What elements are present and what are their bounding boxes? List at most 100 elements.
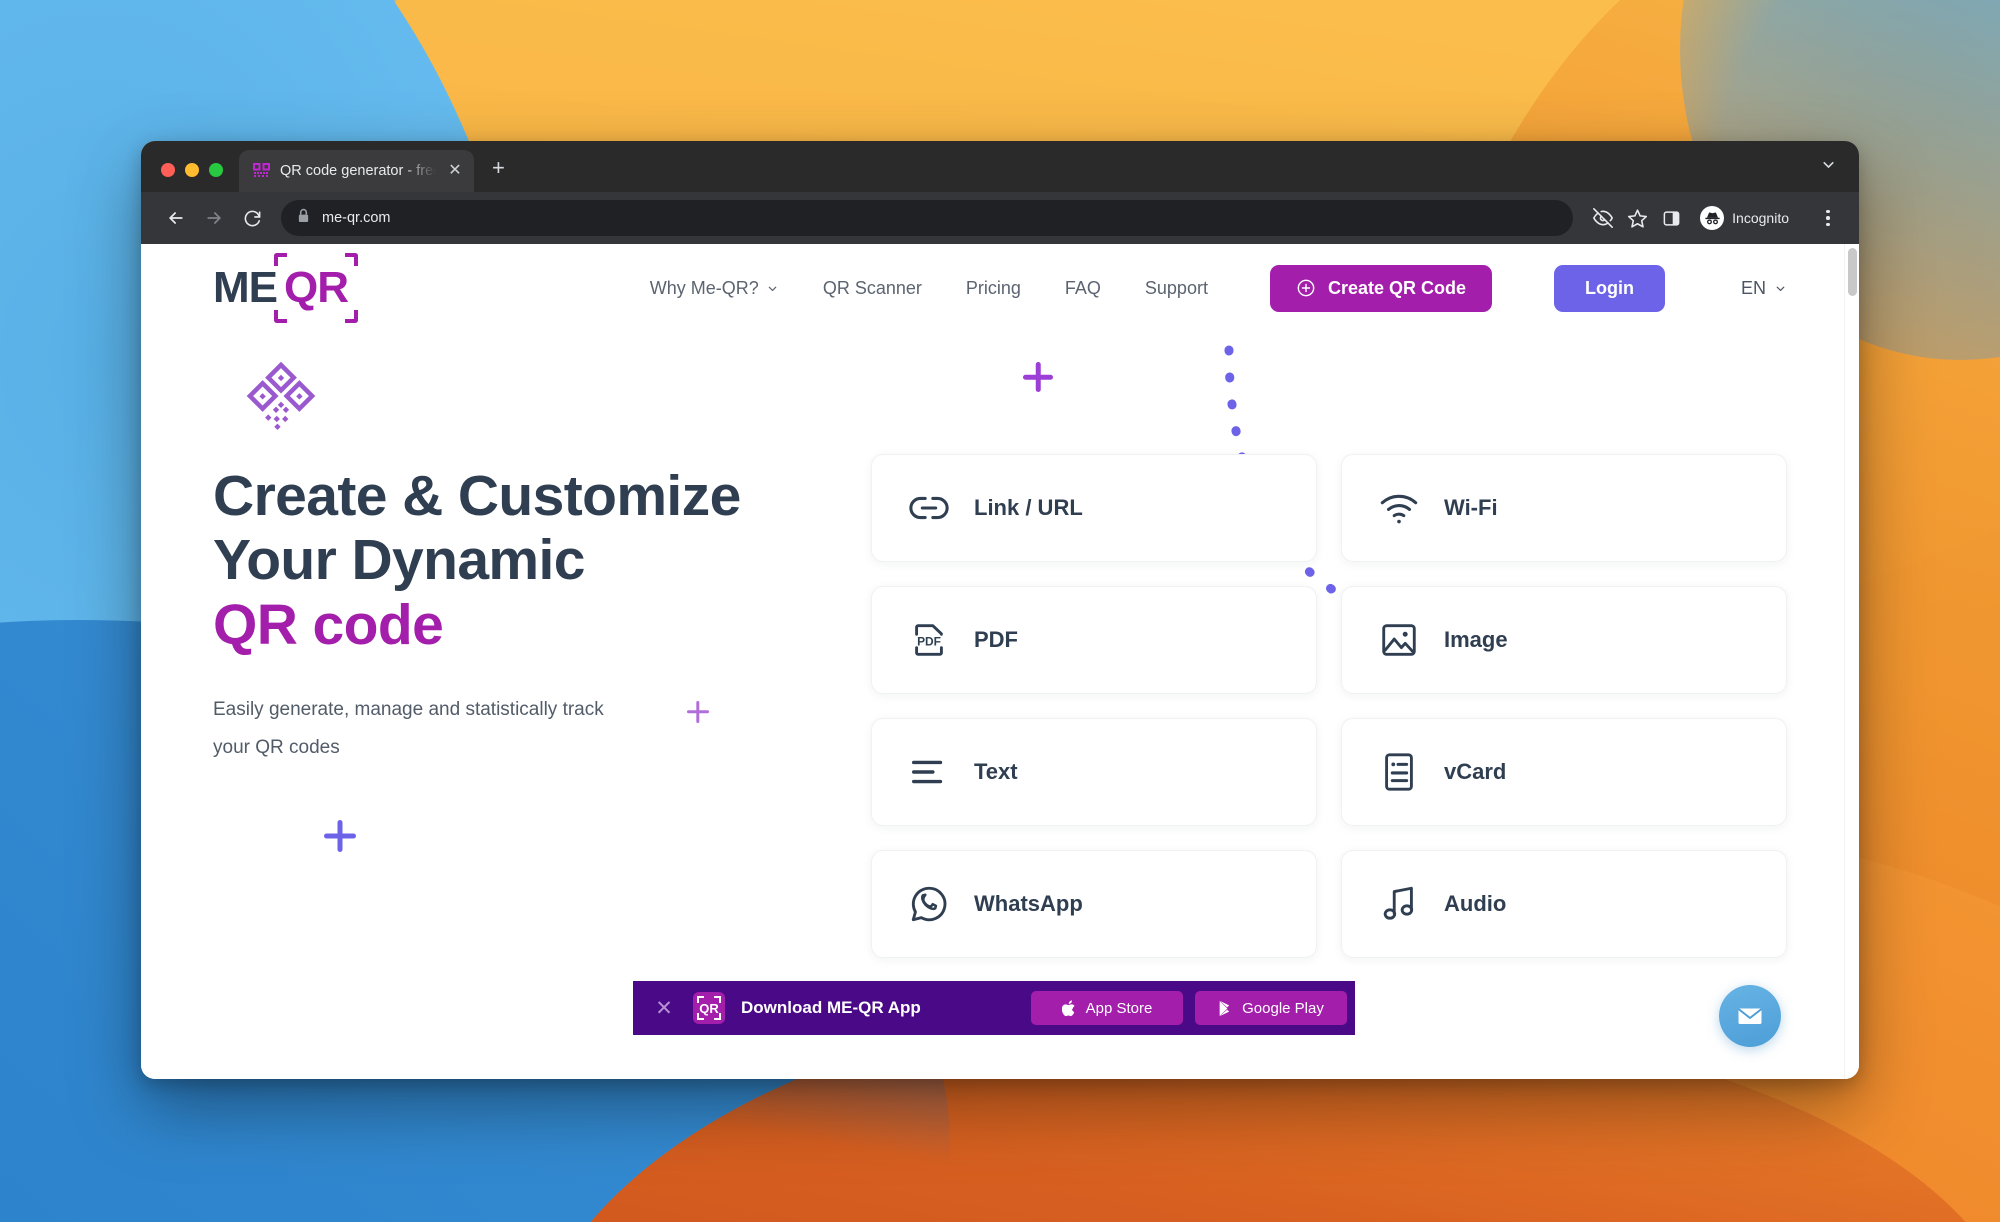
google-play-icon: [1219, 1000, 1230, 1016]
plus-decoration-icon: [324, 820, 356, 852]
main-navigation: Why Me-QR? QR Scanner Pricing FAQ Suppor…: [650, 264, 1787, 312]
desktop-wallpaper: QR code generator - free | Mak ✕ +: [0, 0, 2000, 1222]
nav-item-qr-scanner[interactable]: QR Scanner: [823, 278, 922, 299]
qr-type-card-audio[interactable]: Audio: [1341, 850, 1787, 958]
wifi-icon: [1378, 487, 1420, 529]
create-qr-code-label: Create QR Code: [1327, 277, 1466, 298]
google-play-button[interactable]: Google Play: [1195, 991, 1347, 1025]
chevron-down-icon: [1776, 286, 1785, 291]
nav-item-support[interactable]: Support: [1145, 278, 1208, 299]
hero-section: Create & Customize Your Dynamic QR code …: [141, 332, 1859, 958]
nav-item-pricing[interactable]: Pricing: [966, 278, 1021, 299]
plus-decoration-icon: [1023, 362, 1053, 392]
side-panel-icon[interactable]: [1655, 202, 1687, 234]
hero-subtitle: Easily generate, manage and statisticall…: [213, 699, 604, 759]
chevron-down-icon: [768, 286, 777, 291]
browser-window: QR code generator - free | Mak ✕ +: [141, 141, 1859, 1079]
download-app-banner: ✕ QR Download ME-QR App App Store Google…: [633, 981, 1355, 1035]
audio-note-icon: [1378, 883, 1420, 925]
nav-label-faq: FAQ: [1064, 277, 1101, 298]
back-arrow-icon[interactable]: [159, 201, 193, 235]
qr-type-label: WhatsApp: [974, 891, 1083, 916]
close-window-button[interactable]: [161, 163, 175, 177]
toolbar-icon-group: [1587, 202, 1687, 234]
hero-title-accent: QR code: [213, 592, 444, 657]
nav-label-why-me-qr: Why Me-QR?: [649, 277, 759, 298]
login-button[interactable]: Login: [1554, 264, 1665, 312]
site-header: ME QR Why Me-QR? QR Scanner Pricing FAQ …: [141, 244, 1859, 332]
close-banner-button[interactable]: ✕: [651, 998, 677, 1019]
nav-item-faq[interactable]: FAQ: [1065, 278, 1101, 299]
image-icon: [1378, 619, 1420, 661]
address-bar[interactable]: me-qr.com: [281, 200, 1574, 236]
logo-bracket-bottom-left-icon: [274, 310, 287, 323]
qr-code-favicon-icon: [253, 162, 270, 180]
qr-type-grid: Link / URL Wi-Fi PDF PDF Image Text vCar…: [871, 332, 1787, 958]
nav-label-pricing: Pricing: [965, 277, 1021, 298]
language-label: EN: [1740, 277, 1766, 298]
hero-title-line-1: Create & Customize: [213, 464, 741, 528]
plus-decoration-icon: [687, 701, 709, 723]
qr-type-label: Text: [974, 759, 1018, 784]
tabstrip-chevron-down-icon[interactable]: [1820, 156, 1859, 192]
logo-text-qr: QR: [284, 263, 349, 312]
apple-icon: [1061, 999, 1075, 1016]
site-logo[interactable]: ME QR: [213, 253, 358, 323]
incognito-profile-button[interactable]: Incognito: [1695, 202, 1803, 234]
three-dot-menu-icon[interactable]: [1813, 202, 1843, 234]
app-store-button[interactable]: App Store: [1031, 991, 1183, 1025]
reload-icon[interactable]: [235, 201, 269, 235]
plus-circle-icon: [1297, 279, 1315, 297]
forward-arrow-icon[interactable]: [197, 201, 231, 235]
language-selector[interactable]: EN: [1741, 278, 1787, 299]
link-icon: [908, 487, 950, 529]
lock-icon: [297, 208, 310, 228]
new-tab-button[interactable]: +: [474, 157, 519, 192]
page-title: Create & Customize Your Dynamic QR code: [213, 464, 853, 657]
create-qr-code-button[interactable]: Create QR Code: [1269, 264, 1492, 312]
address-bar-url: me-qr.com: [322, 210, 391, 226]
nav-item-why-me-qr[interactable]: Why Me-QR?: [650, 278, 779, 299]
eye-slash-icon[interactable]: [1587, 202, 1619, 234]
svg-text:PDF: PDF: [917, 634, 941, 648]
qr-type-card-whatsapp[interactable]: WhatsApp: [871, 850, 1317, 958]
qr-type-card-text[interactable]: Text: [871, 718, 1317, 826]
logo-bracket-top-right-icon: [345, 253, 358, 266]
qr-type-card-link-url[interactable]: Link / URL: [871, 454, 1317, 562]
minimize-window-button[interactable]: [185, 163, 199, 177]
maximize-window-button[interactable]: [209, 163, 223, 177]
app-store-label: App Store: [1085, 999, 1153, 1017]
nav-label-qr-scanner: QR Scanner: [822, 277, 922, 298]
incognito-label: Incognito: [1732, 210, 1789, 226]
pdf-icon: PDF: [908, 619, 950, 661]
browser-tab[interactable]: QR code generator - free | Mak ✕: [239, 150, 474, 192]
email-support-button[interactable]: [1719, 985, 1781, 1047]
google-play-label: Google Play: [1242, 999, 1324, 1017]
qr-type-card-pdf[interactable]: PDF PDF: [871, 586, 1317, 694]
vcard-icon: [1378, 751, 1420, 793]
browser-tabstrip: QR code generator - free | Mak ✕ +: [141, 141, 1859, 192]
whatsapp-icon: [908, 883, 950, 925]
logo-qr-wrap: QR: [274, 253, 358, 323]
download-banner-title: Download ME-QR App: [741, 998, 921, 1017]
qr-type-label: vCard: [1444, 759, 1507, 784]
browser-tab-title: QR code generator - free | Mak: [280, 163, 436, 179]
store-button-group: App Store Google Play: [1031, 991, 1347, 1025]
envelope-icon: [1738, 1008, 1762, 1024]
decorative-qr-diamond-icon: [245, 360, 317, 432]
qr-type-label: Image: [1444, 627, 1508, 652]
scrollbar-thumb[interactable]: [1848, 248, 1857, 296]
qr-type-label: Audio: [1444, 891, 1507, 916]
login-label: Login: [1585, 277, 1634, 298]
window-traffic-lights: [141, 163, 239, 192]
close-tab-button[interactable]: ✕: [446, 163, 464, 179]
page-scrollbar[interactable]: [1844, 244, 1859, 1079]
nav-label-support: Support: [1144, 277, 1208, 298]
qr-type-card-image[interactable]: Image: [1341, 586, 1787, 694]
text-lines-icon: [908, 751, 950, 793]
hero-title-line-2: Your Dynamic: [213, 528, 585, 593]
logo-text-me: ME: [213, 263, 278, 312]
qr-type-card-wifi[interactable]: Wi-Fi: [1341, 454, 1787, 562]
qr-type-card-vcard[interactable]: vCard: [1341, 718, 1787, 826]
bookmark-star-icon[interactable]: [1621, 202, 1653, 234]
